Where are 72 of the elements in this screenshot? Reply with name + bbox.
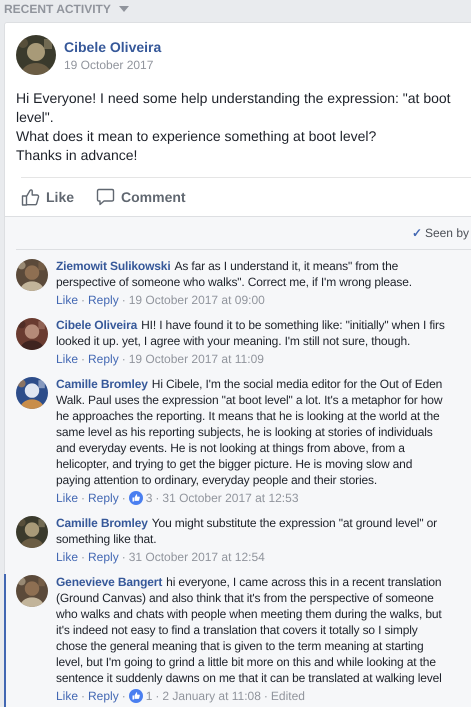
section-title: RECENT ACTIVITY <box>4 2 111 16</box>
post-date[interactable]: 19 October 2017 <box>64 58 162 72</box>
comment-text-line: something like that. <box>56 531 158 547</box>
like-reaction-icon <box>128 689 143 703</box>
comment-text-line: sentence it suddenly dawns on me that it can be translated at walking level <box>56 670 442 686</box>
like-link[interactable]: Like <box>56 548 78 566</box>
comment-text-line: level, but I'm going to grind a little bit more on this and while looking at the <box>56 654 437 670</box>
comment-text-line: it's indeed not easy to find a translation that covers it totally so I simply <box>56 622 419 638</box>
comment-text-line: HI! I have found it to be something like: "initially" when I firs <box>141 317 445 333</box>
comment-time[interactable]: 2 January at 11:08 <box>162 687 261 705</box>
commenter-name[interactable]: Camille Bromley <box>56 376 148 392</box>
edited-label: Edited <box>270 688 305 705</box>
like-link[interactable]: Like <box>56 291 78 309</box>
commenter-name[interactable]: Genevieve Bangert <box>56 574 162 590</box>
comment-text-line: perspective of someone who walks". Correct me, if I'm wrong please. <box>56 274 412 290</box>
like-link[interactable]: Like <box>56 350 78 368</box>
comment-time[interactable]: 31 October 2017 at 12:53 <box>162 489 298 507</box>
separator-dot: · <box>81 549 86 566</box>
comment-time[interactable]: 31 October 2017 at 12:54 <box>128 548 265 566</box>
reaction-count[interactable]: 3 <box>146 489 152 507</box>
reply-link[interactable]: Reply <box>88 291 119 309</box>
post-text-line: Thanks in advance! <box>16 146 138 165</box>
seen-by-link[interactable]: Seen by <box>424 226 469 240</box>
comment-text-line: Hi Cibele, I'm the social media editor for the Out of Eden <box>152 376 442 392</box>
comment-time[interactable]: 19 October 2017 at 11:09 <box>128 350 264 368</box>
reply-link[interactable]: Reply <box>88 687 119 705</box>
comment-text-line: helicopter, and trying to get the bigger picture. He is moving slow and <box>56 456 414 472</box>
like-button[interactable]: Like <box>21 188 74 206</box>
comment-text-line: (Ground Canvas) and also think that it's from the perspective of someone <box>56 590 435 606</box>
comment-text-line: chose the general meaning that is given to the term meaning at starting <box>56 638 425 654</box>
like-link[interactable]: Like <box>56 687 78 705</box>
separator-dot: · <box>122 490 126 507</box>
comment-text-line: paying attention to ordinary, everyday people and their stories. <box>56 472 378 488</box>
separator-dot: · <box>122 292 126 309</box>
dropdown-caret-icon[interactable] <box>118 6 129 12</box>
speech-bubble-icon <box>96 188 116 206</box>
like-reaction-icon <box>128 491 143 505</box>
comment-time[interactable]: 19 October 2017 at 09:00 <box>128 291 265 309</box>
commenter-name[interactable]: Ziemowit Sulikowski <box>56 258 171 274</box>
comment-text-line: You might substitute the expression "at ground level" or <box>152 515 437 531</box>
commenter-name[interactable]: Cibele Oliveira <box>56 317 138 333</box>
reply-link[interactable]: Reply <box>88 548 119 566</box>
reply-link[interactable]: Reply <box>88 350 119 368</box>
check-mark: ✓ <box>412 226 422 240</box>
comment-text-line: As far as I understand it, it means" from the <box>174 258 398 274</box>
reply-link[interactable]: Reply <box>88 489 119 507</box>
comment-text-line: hi everyone, I came across this in a recent translation <box>166 574 442 590</box>
separator-dot: · <box>122 351 126 368</box>
comment-text-line: and everyday events. He is not looking at things from above, from a <box>56 440 406 456</box>
author-name[interactable]: Cibele Oliveira <box>64 39 162 55</box>
commenter-name[interactable]: Camille Bromley <box>56 515 148 531</box>
comment-text-line: who walks and chats with people when meeting them during the walks, but <box>56 606 442 622</box>
separator-dot: · <box>81 292 86 309</box>
separator-dot: · <box>81 351 86 368</box>
like-link[interactable]: Like <box>56 489 78 507</box>
comment-text-line: same level as his reporting subjects, he is looking at stories of individuals <box>56 424 434 440</box>
comment-text-line: looked it up. yet, I agree with your meaning. I'm still not sure, though. <box>56 333 412 349</box>
separator-dot: · <box>155 688 160 705</box>
separator-dot: · <box>122 549 126 566</box>
post-text-line: level". <box>16 108 55 127</box>
separator-dot: · <box>155 490 160 507</box>
post-text-line: Hi Everyone! I need some help understanding the expression: "at boot <box>16 89 452 108</box>
comment-text-line: he approaches the reporting. It means that he is looking at the world at the <box>56 408 441 424</box>
comment-button[interactable]: Comment <box>96 188 186 206</box>
reaction-count[interactable]: 1 <box>146 687 152 705</box>
comment-text-line: Walk. Paul uses the expression "at boot level" a lot. It's a metaphor for how <box>56 392 442 408</box>
post-text-line: What does it mean to experience something at boot level? <box>16 127 378 146</box>
separator-dot: · <box>81 490 86 507</box>
thumbs-up-icon <box>21 188 40 206</box>
separator-dot: · <box>81 688 86 705</box>
separator-dot: · <box>122 688 126 705</box>
separator-dot: · <box>264 688 268 705</box>
